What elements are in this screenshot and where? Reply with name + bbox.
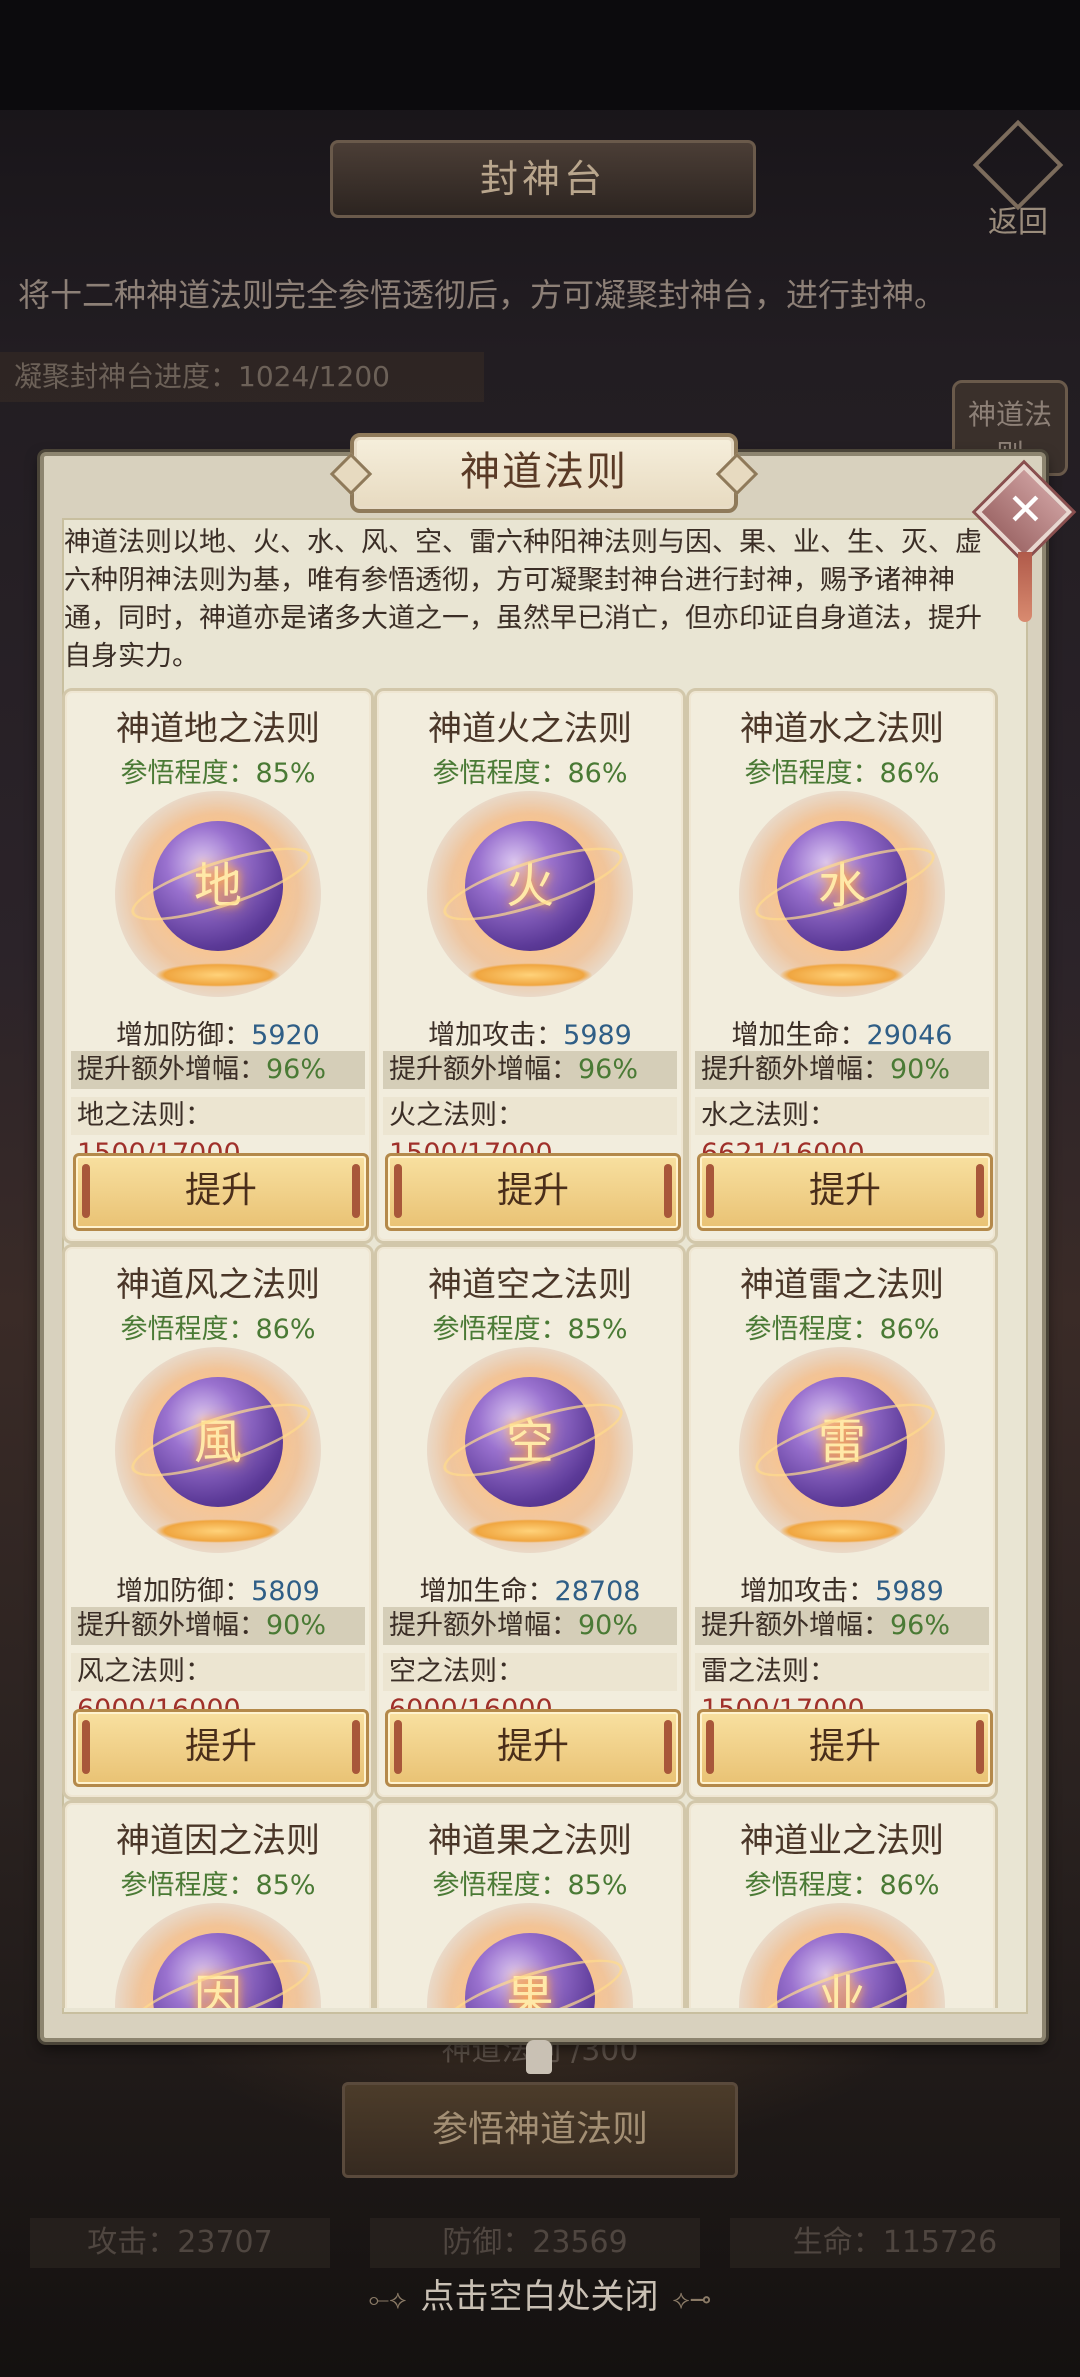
law-orb-icon: 風: [115, 1347, 321, 1553]
upgrade-button[interactable]: 提升: [385, 1153, 681, 1231]
law-stat-extra: 提升额外增幅：90%: [695, 1051, 989, 1089]
page-description: 将十二种神道法则完全参悟透彻后，方可凝聚封神台，进行封神。: [18, 276, 947, 314]
law-stat-main: 增加生命：29046: [731, 1020, 953, 1051]
law-progress: 参悟程度：86%: [744, 758, 940, 789]
law-card-thunder: 神道雷之法则 参悟程度：86% 雷 增加攻击：5989 提升额外增幅：96% 雷…: [686, 1244, 998, 1800]
law-title: 神道空之法则: [428, 1265, 632, 1305]
law-progress: 参悟程度：86%: [744, 1314, 940, 1345]
law-title: 神道地之法则: [116, 709, 320, 749]
dialog-title: 神道法则: [350, 433, 738, 513]
law-stat-extra: 提升额外增幅：90%: [383, 1607, 677, 1645]
defense-stat: 防御：23569: [370, 2218, 700, 2268]
altar-progress: 凝聚封神台进度：1024/1200: [0, 352, 484, 402]
law-orb-icon: 业: [739, 1903, 945, 2008]
law-card-cause: 神道因之法则 参悟程度：85% 因: [62, 1800, 374, 2008]
page-title: 封神台: [330, 140, 756, 218]
law-stat-extra: 提升额外增幅：90%: [71, 1607, 365, 1645]
law-card-wind: 神道风之法则 参悟程度：86% 風 增加防御：5809 提升额外增幅：90% 风…: [62, 1244, 374, 1800]
comprehend-laws-button[interactable]: 参悟神道法则: [342, 2082, 738, 2178]
law-stat-points: 雷之法则：1500/17000: [695, 1653, 989, 1725]
law-orb-icon: 因: [115, 1903, 321, 2008]
law-progress: 参悟程度：85%: [432, 1870, 628, 1901]
law-card-void: 神道空之法则 参悟程度：85% 空 增加生命：28708 提升额外增幅：90% …: [374, 1244, 686, 1800]
close-hint-text: 点击空白处关闭: [420, 2277, 659, 2317]
ornament-right-icon: ⟡⊸: [672, 2285, 712, 2315]
ornament-left-icon: ⟜⟡: [368, 2285, 407, 2315]
law-stat-extra: 提升额外增幅：96%: [383, 1051, 677, 1089]
upgrade-button[interactable]: 提升: [697, 1709, 993, 1787]
law-orb-icon: 雷: [739, 1347, 945, 1553]
law-card-water: 神道水之法则 参悟程度：86% 水 增加生命：29046 提升额外增幅：90% …: [686, 688, 998, 1244]
law-progress: 参悟程度：85%: [120, 758, 316, 789]
law-stat-points: 风之法则：6000/16000: [71, 1653, 365, 1725]
law-stat-extra: 提升额外增幅：96%: [695, 1607, 989, 1645]
tap-to-close-hint[interactable]: ⟜⟡ 点击空白处关闭 ⟡⊸: [0, 2262, 1080, 2332]
stats-bar: 攻击：23707 防御：23569 生命：115726: [0, 2218, 1080, 2268]
law-stat-points: 水之法则：6621/16000: [695, 1097, 989, 1169]
attack-stat: 攻击：23707: [30, 2218, 330, 2268]
law-title: 神道火之法则: [428, 709, 632, 749]
law-card-earth: 神道地之法则 参悟程度：85% 地 增加防御：5920 提升额外增幅：96% 地…: [62, 688, 374, 1244]
law-title: 神道雷之法则: [740, 1265, 944, 1305]
law-progress: 参悟程度：86%: [744, 1870, 940, 1901]
law-card-fire: 神道火之法则 参悟程度：86% 火 增加攻击：5989 提升额外增幅：96% 火…: [374, 688, 686, 1244]
law-stat-main: 增加防御：5920: [116, 1020, 320, 1051]
tassel-ornament: [1018, 552, 1032, 622]
law-card-effect: 神道果之法则 参悟程度：85% 果: [374, 1800, 686, 2008]
hp-stat: 生命：115726: [730, 2218, 1060, 2268]
dialog-intro-text: 神道法则以地、火、水、风、空、雷六种阳神法则与因、果、业、生、灭、虚六种阴神法则…: [64, 527, 982, 672]
law-orb-icon: 地: [115, 791, 321, 997]
law-progress: 参悟程度：86%: [432, 758, 628, 789]
bell-ornament-icon: [526, 2040, 552, 2074]
law-stat-extra: 提升额外增幅：96%: [71, 1051, 365, 1089]
laws-grid: 神道地之法则 参悟程度：85% 地 增加防御：5920 提升额外增幅：96% 地…: [62, 688, 1008, 2008]
close-x-icon: ✕: [1006, 484, 1044, 536]
law-orb-icon: 果: [427, 1903, 633, 2008]
upgrade-button[interactable]: 提升: [385, 1709, 681, 1787]
law-title: 神道因之法则: [116, 1821, 320, 1861]
law-progress: 参悟程度：85%: [432, 1314, 628, 1345]
law-title: 神道业之法则: [740, 1821, 944, 1861]
law-orb-icon: 火: [427, 791, 633, 997]
back-button[interactable]: 返回: [968, 119, 1068, 240]
upgrade-button[interactable]: 提升: [697, 1153, 993, 1231]
law-title: 神道风之法则: [116, 1265, 320, 1305]
law-stat-main: 增加防御：5809: [116, 1576, 320, 1607]
law-stat-points: 空之法则：6000/16000: [383, 1653, 677, 1725]
law-progress: 参悟程度：85%: [120, 1870, 316, 1901]
upgrade-button[interactable]: 提升: [73, 1153, 369, 1231]
law-stat-points: 地之法则：1500/17000: [71, 1097, 365, 1169]
law-title: 神道果之法则: [428, 1821, 632, 1861]
status-bar-area: [0, 0, 1080, 110]
law-stat-main: 增加攻击：5989: [428, 1020, 632, 1051]
upgrade-button[interactable]: 提升: [73, 1709, 369, 1787]
law-orb-icon: 空: [427, 1347, 633, 1553]
law-orb-icon: 水: [739, 791, 945, 997]
law-stat-main: 增加生命：28708: [419, 1576, 641, 1607]
law-stat-main: 增加攻击：5989: [740, 1576, 944, 1607]
law-progress: 参悟程度：86%: [120, 1314, 316, 1345]
law-card-karma: 神道业之法则 参悟程度：86% 业: [686, 1800, 998, 2008]
law-title: 神道水之法则: [740, 709, 944, 749]
law-stat-points: 火之法则：1500/17000: [383, 1097, 677, 1169]
